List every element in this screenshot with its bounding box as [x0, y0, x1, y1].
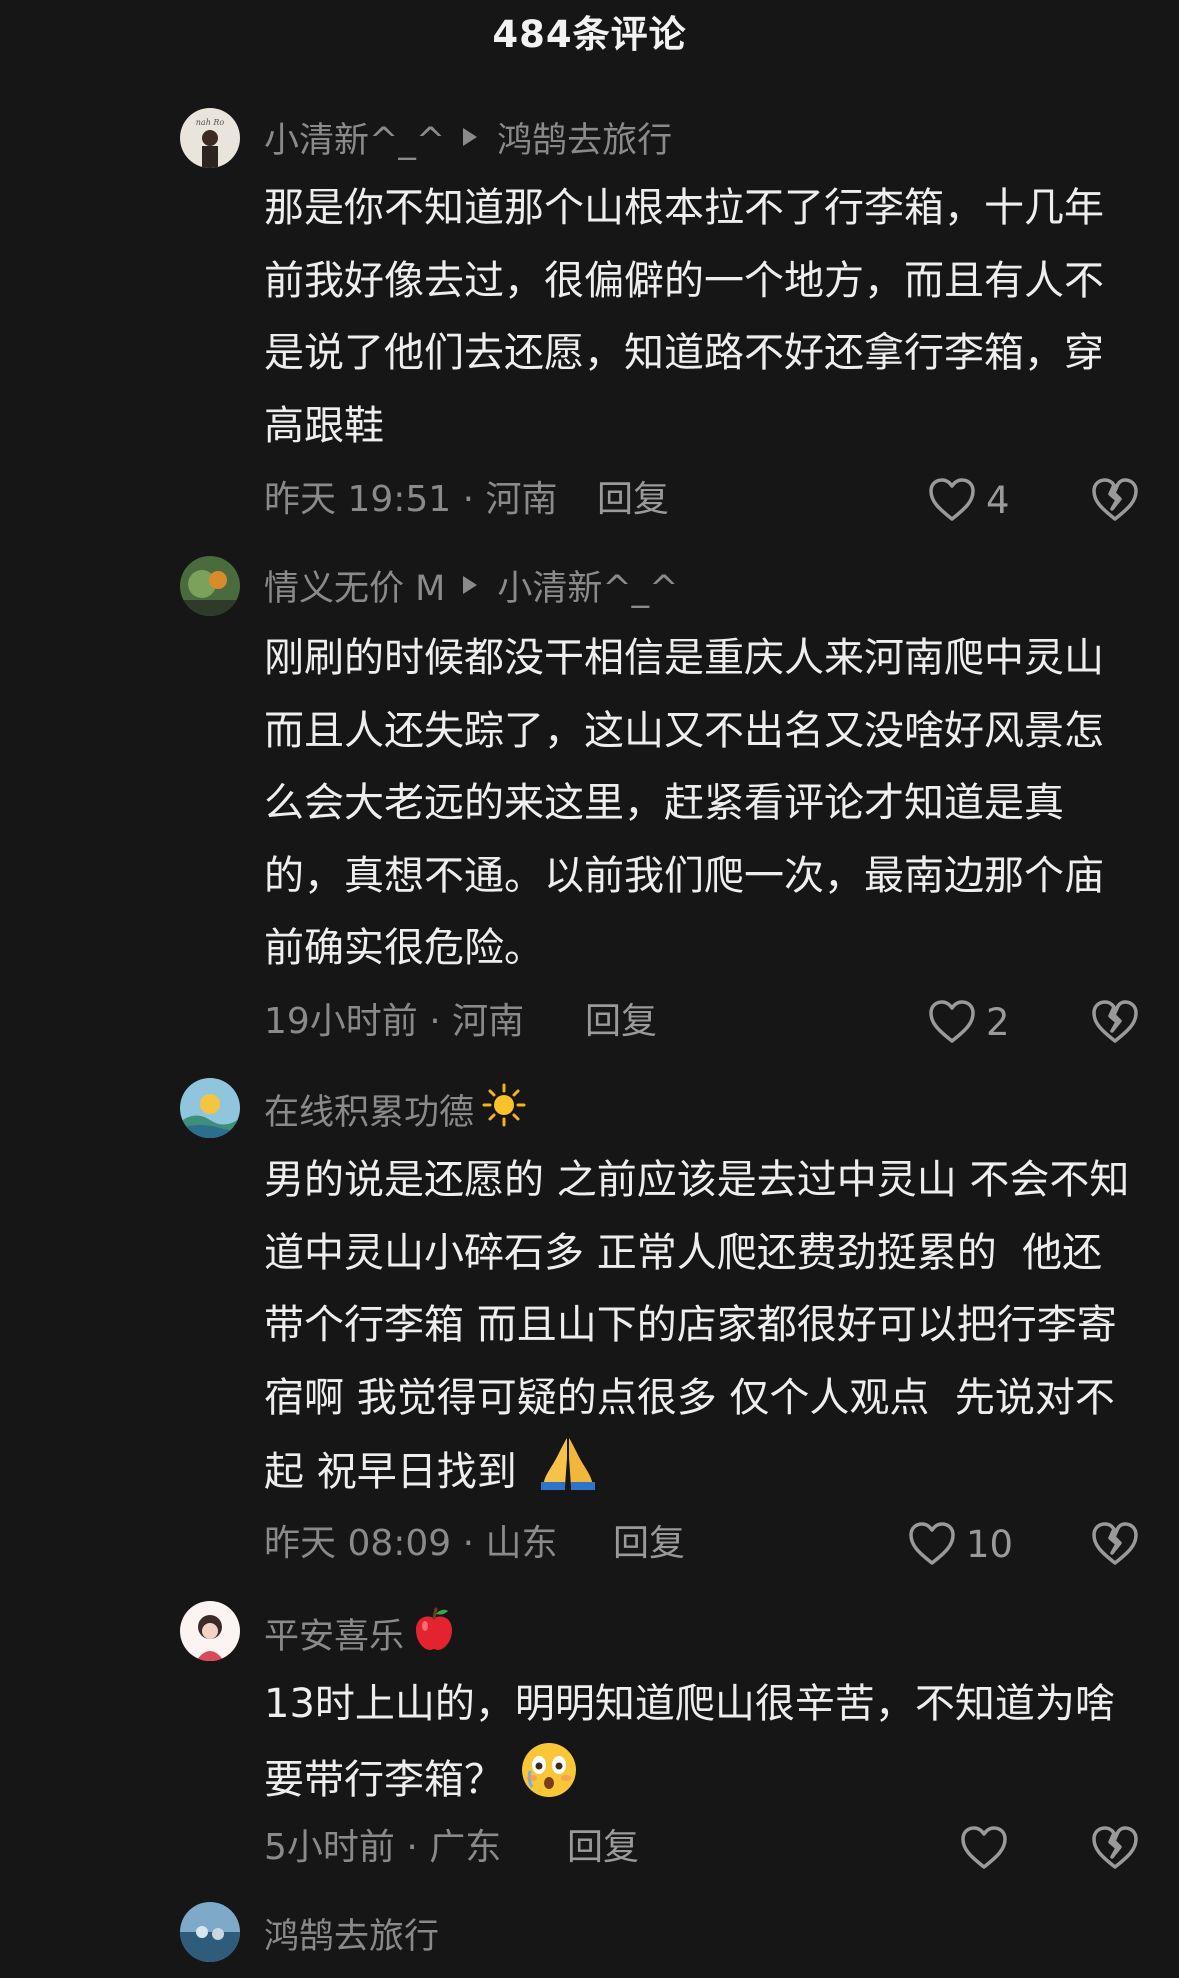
- like-button[interactable]: 2: [928, 996, 1010, 1048]
- triangle-right-icon: [463, 128, 478, 146]
- comment-text: 13时上山的，明明知道爬山很辛苦，不知道为啥要带行李箱？: [264, 1668, 1134, 1822]
- comment-author-line: 小清新^_^ 鸿鹄去旅行: [264, 112, 672, 162]
- comment-footer: 19小时前 · 河南 回复 2: [264, 992, 1139, 1052]
- broken-heart-icon[interactable]: [1091, 476, 1139, 524]
- reply-button[interactable]: 回复: [585, 992, 657, 1052]
- comment-text: 那是你不知道那个山根本拉不了行李箱，十几年前我好像去过，很偏僻的一个地方，而且有…: [264, 185, 1104, 449]
- heart-outline-icon: [909, 1522, 955, 1565]
- comment-text-content: 男的说是还愿的 之前应该是去过中灵山 不会不知道中灵山小碎石多 正常人爬还费劲挺…: [264, 1157, 1130, 1495]
- like-count: 2: [986, 1000, 1010, 1044]
- avatar[interactable]: [180, 1902, 240, 1962]
- flushed-face-emoji-icon: [520, 1741, 578, 1823]
- apple-emoji-icon: [412, 1606, 456, 1661]
- svg-text:nah Ro: nah Ro: [196, 118, 225, 127]
- like-button[interactable]: 4: [928, 474, 1010, 526]
- comment-author-line: 在线积累功德: [264, 1083, 526, 1136]
- comment-author-name[interactable]: 情义无价 M: [264, 560, 445, 611]
- comment-footer: 昨天 19:51 · 河南 回复 4: [264, 470, 1139, 530]
- comment-time-location: 昨天 08:09 · 山东: [264, 1523, 558, 1564]
- comment-time-location: 昨天 19:51 · 河南: [264, 479, 558, 520]
- broken-heart-icon[interactable]: [1091, 1824, 1139, 1872]
- reply-button[interactable]: 回复: [597, 470, 669, 530]
- comment-text: 男的说是还愿的 之前应该是去过中灵山 不会不知道中灵山小碎石多 正常人爬还费劲挺…: [264, 1144, 1134, 1514]
- comment-author-line: 鸿鹄去旅行: [264, 1908, 439, 1958]
- sun-emoji-icon: [482, 1083, 526, 1136]
- comment-author-line: 平安喜乐: [264, 1606, 456, 1661]
- heart-outline-icon: [929, 478, 975, 521]
- like-button[interactable]: 10: [908, 1518, 1013, 1570]
- avatar[interactable]: [180, 1601, 240, 1661]
- avatar[interactable]: nah Ro: [180, 108, 240, 168]
- reply-to-name[interactable]: 小清新^_^: [497, 560, 678, 611]
- like-count: 4: [986, 478, 1010, 522]
- comment-footer: 5小时前 · 广东 回复: [264, 1818, 1139, 1878]
- comment-author-name[interactable]: 小清新^_^: [264, 112, 445, 163]
- comment-time-location: 5小时前 · 广东: [264, 1827, 502, 1868]
- comment-author-line: 情义无价 M 小清新^_^: [264, 560, 678, 610]
- triangle-right-icon: [463, 576, 478, 594]
- comment-author-name[interactable]: 在线积累功德: [264, 1084, 474, 1135]
- reply-to-name[interactable]: 鸿鹄去旅行: [497, 112, 672, 163]
- heart-outline-icon: [961, 1826, 1007, 1869]
- comment-text: 刚刷的时候都没干相信是重庆人来河南爬中灵山而且人还失踪了，这山又不出名又没啥好风…: [264, 635, 1104, 971]
- heart-outline-icon: [929, 1000, 975, 1043]
- comment-author-name[interactable]: 鸿鹄去旅行: [264, 1908, 439, 1959]
- comments-header: 484条评论: [0, 0, 1179, 60]
- comment-count-title: 484条评论: [492, 13, 687, 56]
- avatar[interactable]: [180, 1078, 240, 1138]
- like-button[interactable]: [960, 1822, 1018, 1874]
- folded-hands-emoji-icon: [539, 1434, 597, 1514]
- comment-author-name[interactable]: 平安喜乐: [264, 1608, 404, 1659]
- reply-button[interactable]: 回复: [613, 1514, 685, 1574]
- reply-button[interactable]: 回复: [567, 1818, 639, 1878]
- comment-footer: 昨天 08:09 · 山东 回复 10: [264, 1514, 1139, 1574]
- comment-time-location: 19小时前 · 河南: [264, 1001, 525, 1042]
- broken-heart-icon[interactable]: [1091, 998, 1139, 1046]
- avatar[interactable]: [180, 556, 240, 616]
- like-count: 10: [966, 1522, 1014, 1566]
- comment-text-content: 13时上山的，明明知道爬山很辛苦，不知道为啥要带行李箱？: [264, 1681, 1115, 1803]
- broken-heart-icon[interactable]: [1091, 1520, 1139, 1568]
